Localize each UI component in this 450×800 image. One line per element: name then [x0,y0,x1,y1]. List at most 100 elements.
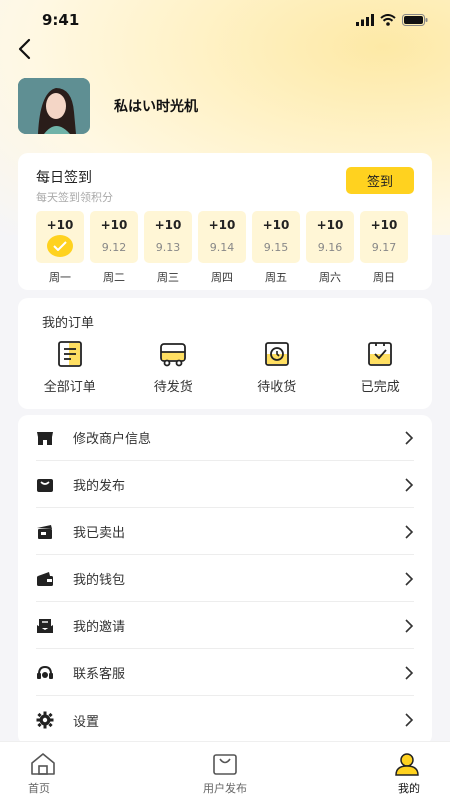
username: 私はい时光机 [114,99,198,115]
tab-home[interactable]: 首页 [0,742,150,800]
checkin-date: 9.16 [317,241,343,254]
checkin-weekday: 周日 [373,271,395,284]
menu-card: 修改商户信息 我的发布 我已卖出 我的钱包 我的邀请 联系客服 设置 [18,415,432,745]
order-label: 全部订单 [43,380,96,395]
checkin-points: +10 [208,218,236,232]
checkin-day: +10 9.16 周六 [306,211,354,285]
menu-item-my-publish[interactable]: 我的发布 [36,462,414,508]
checkin-day-box: +10 [36,211,84,263]
publish-icon [36,476,54,494]
menu-label: 我已卖出 [73,526,126,541]
order-to-receive[interactable]: 待收货 [225,340,329,395]
menu-label: 修改商户信息 [73,432,152,447]
menu-label: 设置 [73,714,100,730]
checkin-day: +10 9.15 周五 [252,211,300,285]
status-icons [356,14,428,26]
to-ship-icon [160,343,187,367]
orders-title: 我的订单 [42,316,95,331]
order-label: 待收货 [257,380,297,395]
checkin-day-box: +10 9.13 [144,211,192,263]
checkin-date: 9.12 [101,241,127,254]
order-label: 待发货 [153,380,193,395]
checkin-points: +10 [46,218,74,232]
checkmark-icon [47,235,73,257]
tab-mine[interactable]: 我的 [300,742,450,800]
checkin-day: +10 9.17 周日 [360,211,408,285]
menu-item-wallet[interactable]: 我的钱包 [36,556,414,602]
status-bar: 9:41 [0,0,450,40]
store-icon [36,429,54,447]
checkin-day: +10 9.14 周四 [198,211,246,285]
order-all[interactable]: 全部订单 [18,340,122,395]
chevron-right-icon [405,618,414,633]
checkin-points: +10 [316,218,344,232]
checkin-weekday: 周三 [157,271,179,284]
checkin-date: 9.15 [263,241,289,254]
checkin-date: 9.14 [209,241,235,254]
to-receive-icon [264,342,289,366]
bag-icon [213,754,237,775]
battery-icon [402,14,428,26]
orders-card: 我的订单 全部订单 待发货 待收货 已完成 [18,298,432,409]
order-to-ship[interactable]: 待发货 [122,340,226,395]
tab-user-publish[interactable]: 用户发布 [150,742,300,800]
checkin-subtitle: 每天签到领积分 [36,191,113,204]
checkin-points: +10 [262,218,290,232]
checkin-date: 9.17 [371,241,397,254]
checkin-day-box: +10 9.15 [252,211,300,263]
checkin-points: +10 [100,218,128,232]
menu-label: 我的钱包 [73,573,126,588]
checkin-days: +10 周一 +10 9.12 周二 +10 9.13 周三 +10 9.14 周四 +10 9.15 周… [36,211,408,285]
completed-icon [368,342,393,366]
sold-icon [36,523,54,541]
user-icon [395,753,419,776]
menu-item-customer-service[interactable]: 联系客服 [36,650,414,696]
checkin-day-box: +10 9.12 [90,211,138,263]
checkin-day-box: +10 9.16 [306,211,354,263]
checkin-weekday: 周六 [319,271,341,284]
checkin-day-box: +10 9.17 [360,211,408,263]
status-time: 9:41 [42,11,80,29]
checkin-day: +10 周一 [36,211,84,285]
menu-item-settings[interactable]: 设置 [36,697,414,743]
tab-label: 用户发布 [203,782,247,795]
all-orders-icon [57,341,82,367]
order-completed[interactable]: 已完成 [329,340,433,395]
orders-row: 全部订单 待发货 待收货 已完成 [18,340,432,395]
tab-label: 我的 [398,782,420,795]
checkin-card: 每日签到 每天签到领积分 签到 +10 周一 +10 9.12 周二 +10 9.13 周三 +… [18,153,432,290]
checkin-points: +10 [154,218,182,232]
checkin-weekday: 周一 [49,271,71,284]
headset-icon [36,664,54,682]
checkin-weekday: 周二 [103,271,125,284]
menu-item-invite[interactable]: 我的邀请 [36,603,414,649]
menu-item-store-info[interactable]: 修改商户信息 [36,415,414,461]
chevron-right-icon [405,665,414,680]
chevron-right-icon [405,713,414,727]
chevron-right-icon [405,571,414,586]
order-label: 已完成 [360,380,400,395]
invite-icon [36,617,54,635]
chevron-right-icon [405,524,414,539]
home-icon [31,753,55,775]
checkin-day-box: +10 9.14 [198,211,246,263]
checkin-points: +10 [370,218,398,232]
menu-label: 联系客服 [73,667,126,682]
checkin-day: +10 9.12 周二 [90,211,138,285]
profile-header: 私はい时光机 [18,78,198,134]
menu-item-sold[interactable]: 我已卖出 [36,509,414,555]
tab-label: 首页 [28,782,50,795]
back-button[interactable] [12,36,38,62]
wifi-icon [380,14,396,26]
chevron-right-icon [405,430,414,445]
chevron-right-icon [405,477,414,492]
gear-icon [36,711,54,729]
signal-icon [356,14,374,26]
checkin-day: +10 9.13 周三 [144,211,192,285]
checkin-title: 每日签到 [36,170,92,186]
checkin-weekday: 周四 [211,271,233,284]
menu-label: 我的发布 [73,479,126,494]
avatar[interactable] [18,78,90,134]
checkin-button[interactable]: 签到 [346,167,414,194]
tab-bar: 首页 用户发布 我的 [0,741,450,800]
